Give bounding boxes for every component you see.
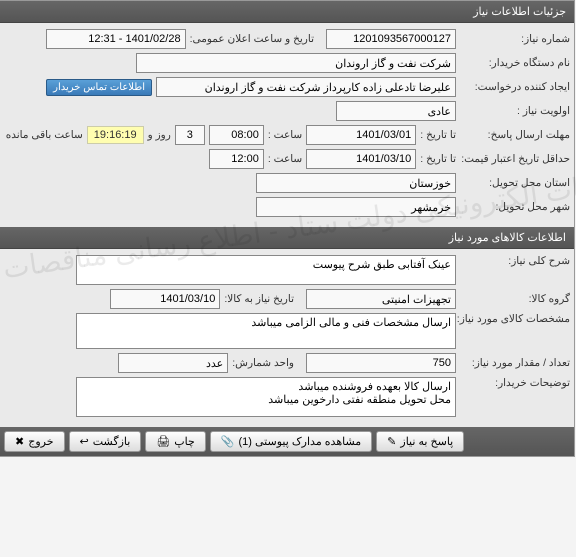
- section-title-2: اطلاعات کالاهای مورد نیاز: [450, 232, 567, 244]
- province-field: [257, 173, 457, 193]
- buyer-notes-field: [77, 377, 457, 417]
- label-remaining: ساعت باقی مانده: [7, 129, 84, 141]
- section-header-goods: اطلاعات کالاهای مورد نیاز: [1, 227, 575, 249]
- footer-toolbar: ✖ خروج ↩ بازگشت 🖨 چاپ 📎 مشاهده مدارک پیو…: [1, 427, 575, 456]
- back-button[interactable]: ↩ بازگشت: [70, 431, 143, 452]
- attachments-button[interactable]: 📎 مشاهده مدارک پیوستی (1): [211, 431, 373, 452]
- label-priority: اولویت نیاز :: [461, 105, 571, 117]
- goods-spec-field: [77, 313, 457, 349]
- need-no-field: [327, 29, 457, 49]
- label-city: شهر محل تحویل:: [461, 201, 571, 213]
- label-time-2: ساعت :: [269, 153, 303, 165]
- label-need-date: تاریخ نیاز به کالا:: [225, 293, 295, 305]
- print-label: چاپ: [175, 435, 196, 448]
- need-details-panel: جزئیات اطلاعات نیاز شماره نیاز: تاریخ و …: [0, 0, 576, 457]
- label-time-1: ساعت :: [269, 129, 303, 141]
- buyer-org-field: [137, 53, 457, 73]
- details-form: شماره نیاز: تاریخ و ساعت اعلان عمومی: نا…: [1, 23, 575, 227]
- label-need-no: شماره نیاز:: [461, 33, 571, 45]
- validity-time-field: [210, 149, 265, 169]
- label-to-date-2: تا تاریخ :: [421, 153, 457, 165]
- label-buyer-notes: توضیحات خریدار:: [461, 377, 571, 389]
- label-goods-group: گروه کالا:: [461, 293, 571, 305]
- announce-field: [47, 29, 187, 49]
- section-title: جزئیات اطلاعات نیاز: [474, 6, 567, 18]
- label-goods-spec: مشخصات کالای مورد نیاز:: [461, 313, 571, 325]
- requester-field: [157, 77, 457, 97]
- reply-label: پاسخ به نیاز: [401, 435, 454, 448]
- label-province: استان محل تحویل:: [461, 177, 571, 189]
- print-button[interactable]: 🖨 چاپ: [146, 431, 206, 452]
- general-desc-field: [77, 255, 457, 285]
- label-unit: واحد شمارش:: [233, 357, 295, 369]
- label-requester: ایجاد کننده درخواست:: [461, 81, 571, 93]
- reply-button[interactable]: ✎ پاسخ به نیاز: [377, 431, 465, 452]
- days-left-field: [176, 125, 206, 145]
- city-field: [257, 197, 457, 217]
- attachments-label: مشاهده مدارک پیوستی (1): [240, 435, 363, 448]
- contact-buyer-button[interactable]: اطلاعات تماس خریدار: [47, 79, 153, 96]
- validity-date-field: [307, 149, 417, 169]
- countdown-timer: 19:16:19: [88, 126, 145, 144]
- qty-field: [307, 353, 457, 373]
- priority-field: [337, 101, 457, 121]
- label-deadline: مهلت ارسال پاسخ:: [461, 129, 571, 141]
- unit-field: [119, 353, 229, 373]
- exit-button[interactable]: ✖ خروج: [5, 431, 66, 452]
- deadline-date-field: [307, 125, 417, 145]
- deadline-time-field: [210, 125, 265, 145]
- label-announce: تاریخ و ساعت اعلان عمومی:: [191, 33, 315, 45]
- label-qty: تعداد / مقدار مورد نیاز:: [461, 357, 571, 369]
- goods-group-field: [307, 289, 457, 309]
- label-days-and: روز و: [149, 129, 172, 141]
- label-general-desc: شرح کلی نیاز:: [461, 255, 571, 267]
- back-label: بازگشت: [94, 435, 132, 448]
- attachment-icon: 📎: [222, 435, 236, 448]
- label-to-date-1: تا تاریخ :: [421, 129, 457, 141]
- exit-label: خروج: [29, 435, 54, 448]
- back-icon: ↩: [81, 435, 90, 448]
- label-buyer-org: نام دستگاه خریدار:: [461, 57, 571, 69]
- print-icon: 🖨: [157, 435, 171, 448]
- label-price-validity: حداقل تاریخ اعتبار قیمت:: [461, 153, 571, 165]
- need-date-field: [111, 289, 221, 309]
- goods-form: شرح کلی نیاز: گروه کالا: تاریخ نیاز به ک…: [1, 249, 575, 427]
- exit-icon: ✖: [16, 435, 25, 448]
- reply-icon: ✎: [388, 435, 397, 448]
- section-header-details: جزئیات اطلاعات نیاز: [1, 1, 575, 23]
